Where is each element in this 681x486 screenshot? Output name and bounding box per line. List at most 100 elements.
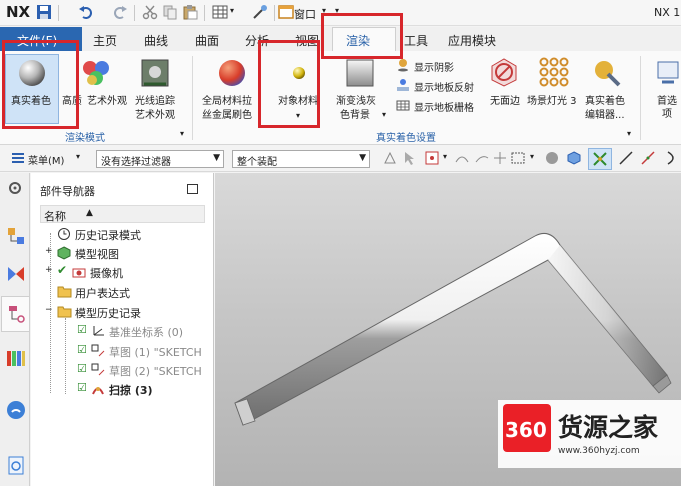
tab-tools[interactable]: 工具 [404,32,428,49]
global-material-label-2[interactable]: 丝金属刷色 [202,109,252,122]
tree-item-camera[interactable]: 摄像机 [90,265,123,281]
command-finder-icon[interactable] [252,4,268,20]
constraint-navigator-icon[interactable] [6,264,26,284]
table-icon[interactable] [212,4,228,20]
floor-reflection-icon[interactable] [396,78,410,92]
sweep-icon [92,387,104,395]
tree-item-model-history[interactable]: 模型历史记录 [75,305,141,321]
no-face-edges-label[interactable]: 无面边 [490,95,520,108]
ray-tracing-label-2[interactable]: 艺术外观 [135,109,175,122]
ray-tracing-label-1[interactable]: 光线追踪 [135,95,175,108]
selection-filter-dropdown[interactable]: 没有选择过滤器 ▼ [96,150,224,168]
tree-item-sketch-2[interactable]: 草图 (2) "SKETCH [109,363,202,379]
shading-editor-label-2[interactable]: 编辑器... [585,109,625,122]
history-icon[interactable] [6,455,26,475]
sort-ascending-icon[interactable]: ▲ [86,208,93,218]
curve-select-icon[interactable] [474,150,490,166]
line-icon[interactable] [618,150,634,166]
preferences-icon[interactable] [656,58,680,88]
floor-grid-label[interactable]: 显示地板栅格 [414,99,474,114]
global-material-icon[interactable] [216,58,248,88]
group-divider [640,56,641,140]
tree-item-history-mode[interactable]: 历史记录模式 [75,227,141,243]
point-select-icon[interactable] [424,150,440,166]
highlight-render-tab [321,13,403,59]
ray-tracing-icon[interactable] [140,58,170,88]
checkbox-checked[interactable]: ☑ [77,381,87,394]
hq-art-label-2[interactable]: 艺术外观 [87,95,127,108]
tab-application[interactable]: 应用模块 [448,32,496,49]
clock-icon [58,228,70,240]
chevron-down-icon[interactable]: ▾ [382,110,386,119]
window-menu[interactable]: 窗口 [294,6,316,22]
window-icon[interactable] [278,4,294,20]
snap-icon[interactable] [382,150,398,166]
tree-item-model-views[interactable]: 模型视图 [75,246,119,262]
nx-logo: NX [6,3,31,21]
preferences-label[interactable]: 首选项 [653,95,681,121]
assembly-value: 整个装配 [237,157,277,168]
maximize-icon[interactable] [187,184,198,194]
gradient-bg-label-2[interactable]: 色背景 [340,109,370,122]
assembly-navigator-icon[interactable] [6,226,26,246]
collapse-icon[interactable]: − [45,305,53,315]
checkbox-checked[interactable]: ☑ [77,323,87,336]
tab-home[interactable]: 主页 [93,32,117,49]
diagonal-icon[interactable] [640,150,656,166]
pointer-icon[interactable] [402,150,418,166]
scene-lights-icon[interactable] [538,56,570,88]
check-icon[interactable]: ✔ [57,263,67,277]
tree-item-user-expressions[interactable]: 用户表达式 [75,285,130,301]
chevron-down-icon[interactable]: ▾ [230,6,234,15]
window-title: NX 1 [654,6,681,19]
reuse-library-icon[interactable] [5,347,27,369]
global-material-label-1[interactable]: 全局材料拉 [202,95,252,108]
paste-icon[interactable] [182,4,198,20]
undo-icon[interactable] [78,4,94,20]
scene-lights-label[interactable]: 场景灯光 3 [527,95,577,108]
tab-surface[interactable]: 曲面 [195,32,219,49]
chevron-down-icon[interactable]: ▾ [530,152,534,161]
web-browser-icon[interactable] [5,399,27,421]
shaded-view-icon[interactable] [544,150,560,166]
menu-button[interactable]: 菜单(M) [28,152,64,167]
redo-icon[interactable] [112,4,128,20]
chevron-down-icon[interactable]: ▾ [443,152,447,161]
tree-item-sweep[interactable]: 扫掠 (3) [109,382,153,398]
cut-icon[interactable] [142,4,158,20]
tree-item-datum-csys[interactable]: 基准坐标系 (0) [109,324,183,340]
art-appearance-icon[interactable] [80,58,112,88]
fence-icon[interactable] [454,150,470,166]
folder-open-icon [57,306,72,318]
navigator-title: 部件导航器 [40,185,95,198]
shadow-icon[interactable] [396,58,410,72]
tree-item-sketch-1[interactable]: 草图 (1) "SKETCH [109,344,202,360]
floor-reflection-label[interactable]: 显示地板反射 [414,79,474,94]
no-face-edges-icon[interactable] [489,56,519,88]
chevron-down-icon[interactable]: ▾ [180,129,184,138]
save-icon[interactable] [36,4,52,20]
tab-curve[interactable]: 曲线 [144,32,168,49]
floor-grid-icon[interactable] [396,98,410,112]
gear-icon[interactable] [7,180,23,196]
expand-icon[interactable]: + [45,246,53,256]
snap-point-icon[interactable] [492,150,508,166]
chevron-down-icon[interactable]: ▾ [76,152,80,161]
checkbox-checked[interactable]: ☑ [77,362,87,375]
checkbox-checked[interactable]: ☑ [77,343,87,356]
menu-icon[interactable] [10,150,26,166]
box-select-icon[interactable] [510,150,526,166]
cube-icon[interactable] [566,150,582,166]
assembly-scope-dropdown[interactable]: 整个装配 ▼ [232,150,370,168]
copy-icon[interactable] [162,4,178,20]
chevron-down-icon[interactable]: ▾ [627,129,631,138]
group-divider [192,56,193,140]
shading-editor-label-1[interactable]: 真实着色 [585,95,625,108]
gradient-background-icon[interactable] [345,58,375,88]
gradient-bg-label-1[interactable]: 渐变浅灰 [336,95,376,108]
arc-icon[interactable] [664,150,680,166]
tree-guide-line [65,318,66,394]
expand-icon[interactable]: + [45,265,53,275]
show-shadow-label[interactable]: 显示阴影 [414,59,454,74]
shading-editor-icon[interactable] [592,56,622,88]
